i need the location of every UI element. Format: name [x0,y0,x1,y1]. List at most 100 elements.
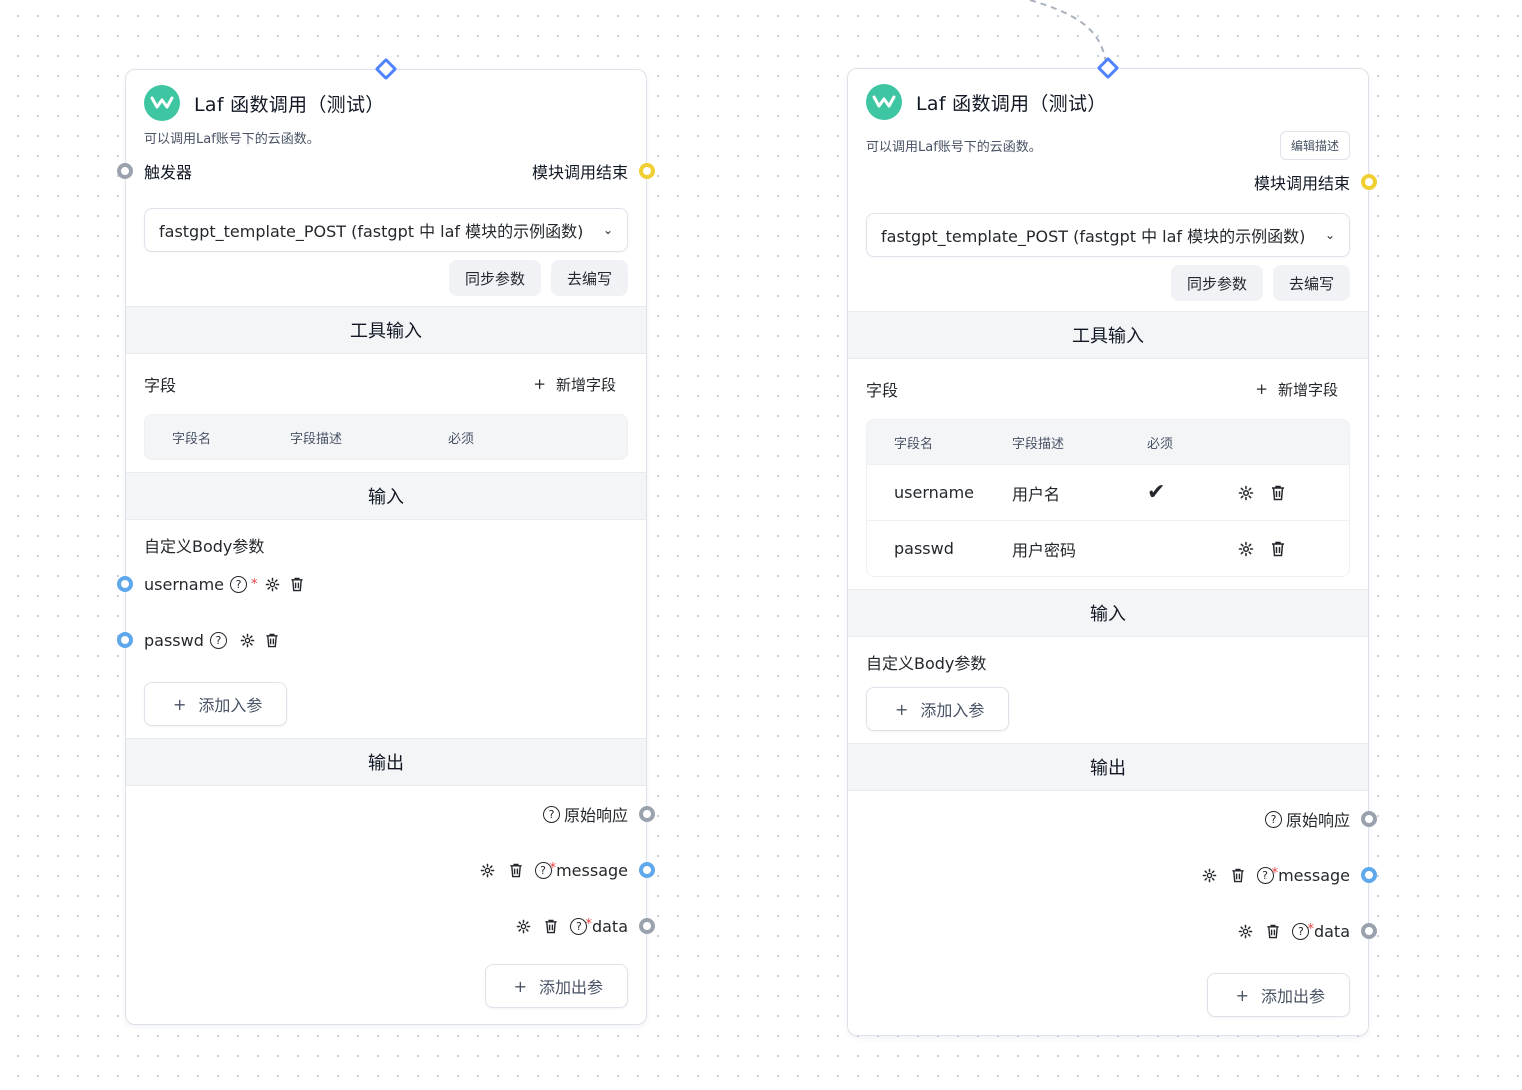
header-required: 必须 [448,431,475,447]
gear-icon[interactable] [479,861,497,879]
edit-code-button[interactable]: 去编写 [550,260,628,296]
trigger-label: 触发器 [144,163,193,182]
sync-params-button[interactable]: 同步参数 [1170,265,1263,301]
trash-icon[interactable] [1229,866,1247,884]
plus-icon: + [533,375,546,393]
header-field-name: 字段名 [894,436,934,452]
output-handle[interactable] [639,806,655,822]
chevron-down-icon: ⌄ [1324,228,1335,242]
chevron-down-icon: ⌄ [602,223,613,237]
gear-icon[interactable] [514,917,532,935]
required-star: * [251,576,258,592]
header-field-desc: 字段描述 [290,431,343,447]
field-desc: 用户密码 [1012,540,1077,560]
output-section-title: 输出 [126,738,646,786]
trash-icon[interactable] [1269,540,1287,558]
body-params-title: 自定义Body参数 [144,537,265,556]
output-row: ? 原始响应 [848,791,1377,847]
add-input-label: 添加入参 [198,696,263,715]
node-title: Laf 函数调用（测试） [194,93,385,116]
output-name: data [591,916,628,936]
output-handle[interactable] [639,918,655,934]
table-row: username 用户名 ✔ [867,464,1349,520]
function-select[interactable]: fastgpt_template_POST (fastgpt 中 laf 模块的… [144,208,628,252]
finish-label: 模块调用结束 [1253,174,1350,193]
output-row: ? *data [848,903,1377,959]
header-field-desc: 字段描述 [1012,436,1065,452]
finish-handle[interactable] [1361,174,1377,190]
output-handle[interactable] [1361,811,1377,827]
table-row: passwd 用户密码 [867,520,1349,576]
output-section-title: 输出 [848,743,1368,791]
table-header-row: 字段名 字段描述 必须 [145,415,627,459]
edit-code-button[interactable]: 去编写 [1272,265,1350,301]
trash-icon[interactable] [263,631,281,649]
node-intro: 可以调用Laf账号下的云函数。 [144,131,320,147]
finish-label: 模块调用结束 [531,163,628,182]
add-output-label: 添加出参 [538,978,603,997]
tool-input-section-title: 工具输入 [848,311,1368,359]
sync-params-button[interactable]: 同步参数 [448,260,541,296]
trash-icon[interactable] [507,861,525,879]
input-handle[interactable] [117,632,133,648]
fields-label: 字段 [866,381,899,400]
gear-icon[interactable] [1236,922,1254,940]
add-output-label: 添加出参 [1260,987,1325,1006]
function-select[interactable]: fastgpt_template_POST (fastgpt 中 laf 模块的… [866,213,1350,257]
finish-handle[interactable] [639,163,655,179]
function-select-value: fastgpt_template_POST (fastgpt 中 laf 模块的… [159,222,584,241]
laf-logo-icon [866,84,902,120]
gear-icon[interactable] [1237,540,1255,558]
laf-logo-icon [144,85,180,121]
header-field-name: 字段名 [172,431,212,447]
output-row: ? *data [126,898,655,954]
input-param-row: passwd ? [117,626,628,654]
output-name: data [1313,921,1350,941]
help-icon[interactable]: ? [230,575,247,593]
field-name: passwd [894,539,954,558]
tool-input-section-title: 工具输入 [126,306,646,354]
output-handle[interactable] [1361,923,1377,939]
add-field-button[interactable]: + 新增字段 [1255,379,1338,400]
gear-icon[interactable] [1201,866,1219,884]
plus-icon: + [513,976,527,996]
add-input-label: 添加入参 [920,701,985,720]
output-name: message [556,860,628,880]
table-header-row: 字段名 字段描述 必须 [867,420,1349,464]
fields-label: 字段 [144,376,177,395]
plus-icon: + [895,699,909,719]
output-handle[interactable] [639,862,655,878]
output-name: message [1278,865,1350,885]
plus-icon: + [173,694,187,714]
body-params-title: 自定义Body参数 [866,654,987,673]
trash-icon[interactable] [542,917,560,935]
input-handle[interactable] [117,576,133,592]
help-icon[interactable]: ? [1264,810,1282,828]
add-field-button[interactable]: + 新增字段 [533,374,616,395]
laf-function-node[interactable]: Laf 函数调用（测试） 可以调用Laf账号下的云函数。 编辑描述 模块调用结束… [847,56,1377,1036]
add-input-param-button[interactable]: + 添加入参 [866,687,1010,731]
trigger-handle[interactable] [117,163,133,179]
add-output-param-button[interactable]: + 添加出参 [484,964,628,1008]
input-param-name: passwd [144,630,204,650]
output-name: 原始响应 [1285,811,1350,830]
trash-icon[interactable] [1269,484,1287,502]
help-icon[interactable]: ? [209,631,227,649]
output-handle[interactable] [1361,867,1377,883]
input-section-title: 输入 [848,589,1368,637]
trash-icon[interactable] [1264,922,1282,940]
laf-function-node[interactable]: Laf 函数调用（测试） 可以调用Laf账号下的云函数。 触发器 模块调用结束 … [117,57,655,1025]
input-param-row: username ? * [117,570,628,598]
gear-icon[interactable] [239,631,257,649]
output-row: ? *message [126,842,655,898]
fields-table: 字段名 字段描述 必须 username 用户名 ✔ passwd 用户密码 [866,419,1350,577]
gear-icon[interactable] [264,575,282,593]
output-name: 原始响应 [563,806,628,825]
gear-icon[interactable] [1237,484,1255,502]
add-input-param-button[interactable]: + 添加入参 [144,682,288,726]
node-intro: 可以调用Laf账号下的云函数。 [866,139,1042,155]
add-output-param-button[interactable]: + 添加出参 [1206,973,1350,1017]
trash-icon[interactable] [288,575,306,593]
edit-intro-button[interactable]: 编辑描述 [1279,130,1350,160]
help-icon[interactable]: ? [542,805,560,823]
